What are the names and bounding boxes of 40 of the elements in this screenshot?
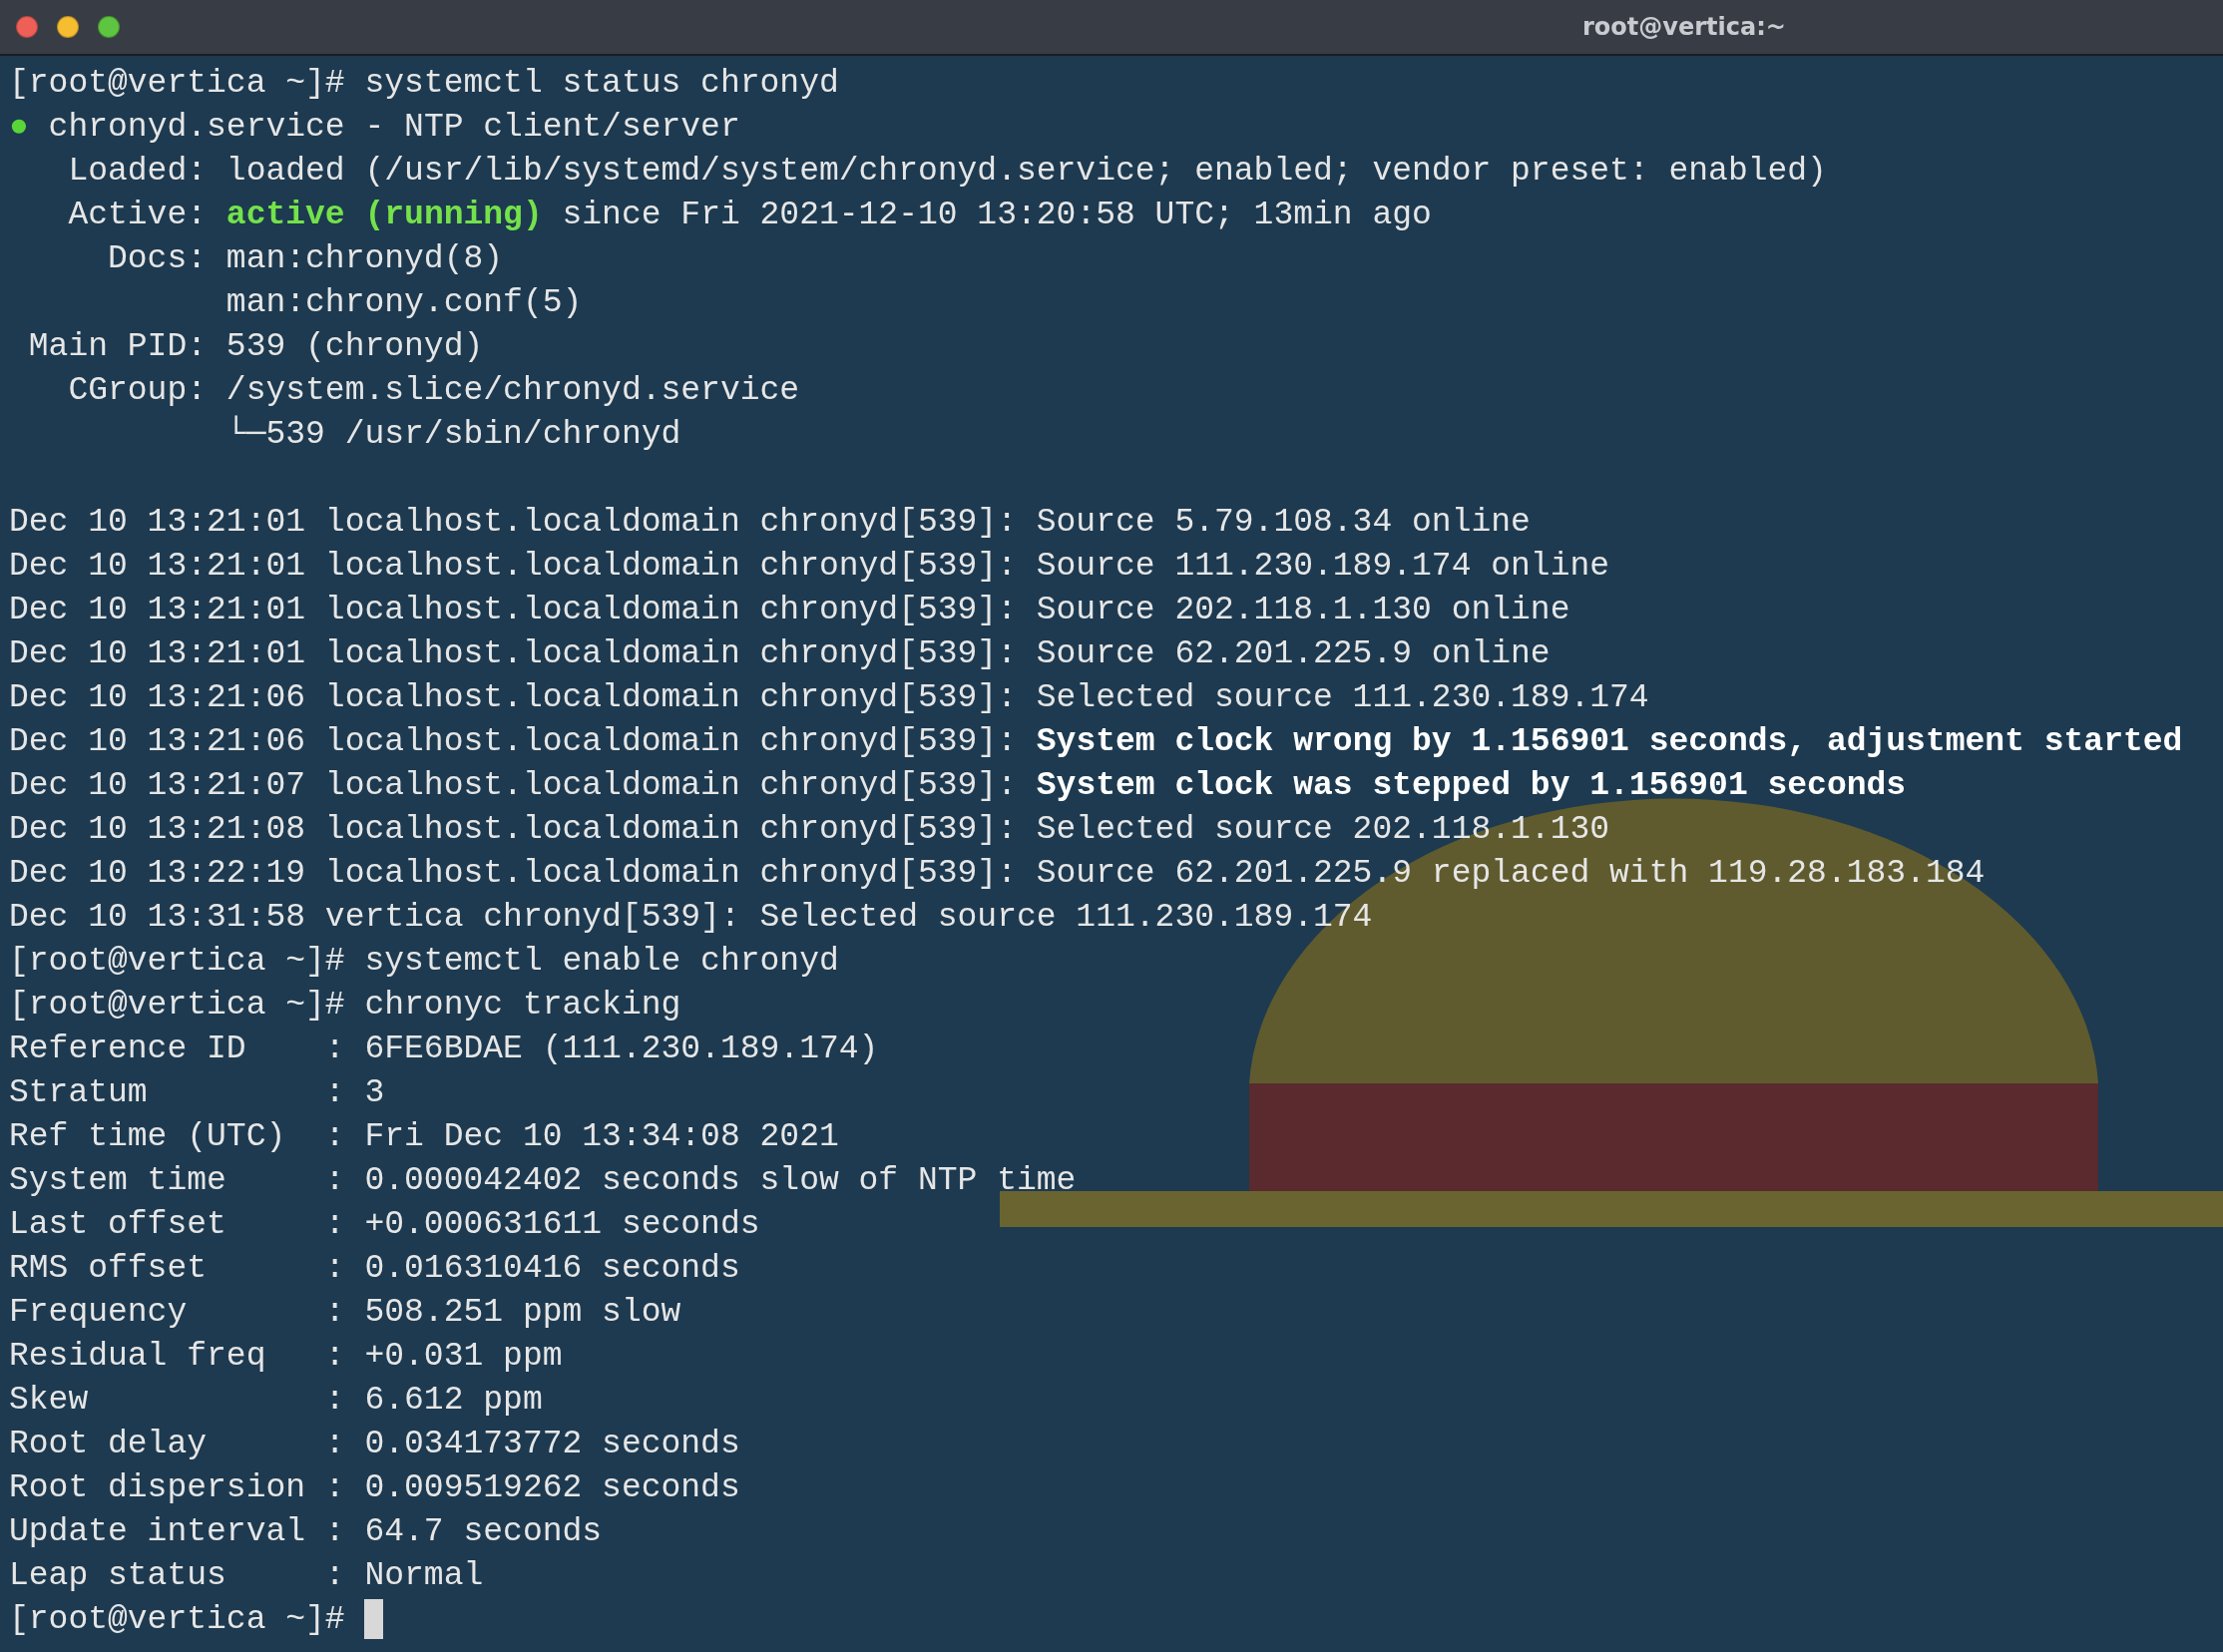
terminal-line: Residual freq : +0.031 ppm xyxy=(9,1338,563,1375)
terminal-line: RMS offset : 0.016310416 seconds xyxy=(9,1250,740,1287)
terminal-line: CGroup: /system.slice/chronyd.service xyxy=(67,372,800,409)
terminal-line: Skew : 6.612 ppm xyxy=(9,1382,543,1419)
zoom-button[interactable] xyxy=(98,16,120,38)
terminal-line: Root dispersion : 0.009519262 seconds xyxy=(9,1469,740,1506)
terminal-line: Dec 10 13:21:01 localhost.localdomain chronyd[539]: Source 5.79.108.34 online xyxy=(9,504,1531,541)
terminal-line: Update interval : 64.7 seconds xyxy=(9,1513,603,1550)
minimize-button[interactable] xyxy=(57,16,79,38)
terminal-line: [root@vertica ~]# systemctl enable chronyd xyxy=(9,943,839,980)
terminal-line: ● chronyd.service - NTP client/server xyxy=(9,109,740,146)
terminal-line: man:chrony.conf(5) xyxy=(224,284,583,321)
terminal-line: Dec 10 13:21:07 localhost.localdomain chronyd[539]: System clock was stepped by 1.156901 seconds xyxy=(9,767,1907,804)
terminal-line: Stratum : 3 xyxy=(9,1074,385,1111)
terminal-line: System time : 0.000042402 seconds slow of NTP time xyxy=(9,1162,1077,1199)
terminal-line: Leap status : Normal xyxy=(9,1557,484,1594)
terminal-line: Active: active (running) since Fri 2021-12-10 13:20:58 UTC; 13min ago xyxy=(67,197,1432,233)
terminal-line: Docs: man:chronyd(8) xyxy=(107,240,504,277)
terminal-line: Dec 10 13:21:06 localhost.localdomain chronyd[539]: System clock wrong by 1.156901 seconds, adjustment started xyxy=(9,723,2183,760)
terminal-line: Dec 10 13:21:01 localhost.localdomain chronyd[539]: Source 202.118.1.130 online xyxy=(9,592,1570,628)
terminal-line: Dec 10 13:21:01 localhost.localdomain chronyd[539]: Source 62.201.225.9 online xyxy=(9,635,1551,672)
terminal-line: [root@vertica ~]# systemctl status chronyd xyxy=(9,65,839,102)
text-cursor xyxy=(364,1599,384,1640)
terminal-line: Reference ID : 6FE6BDAE (111.230.189.174) xyxy=(9,1031,879,1067)
terminal-line: Main PID: 539 (chronyd) xyxy=(27,328,484,365)
terminal-line: [root@vertica ~]# xyxy=(9,1601,346,1638)
terminal-line: Dec 10 13:22:19 localhost.localdomain chronyd[539]: Source 62.201.225.9 replaced with 119.28.183.184 xyxy=(9,855,1986,892)
terminal-line: Last offset : +0.000631611 seconds xyxy=(9,1206,760,1243)
terminal-line: Dec 10 13:21:06 localhost.localdomain chronyd[539]: Selected source 111.230.189.174 xyxy=(9,679,1649,716)
terminal-line: Dec 10 13:21:08 localhost.localdomain chronyd[539]: Selected source 202.118.1.130 xyxy=(9,811,1610,848)
terminal-line: [root@vertica ~]# chronyc tracking xyxy=(9,987,681,1024)
terminal-line: Dec 10 13:21:01 localhost.localdomain chronyd[539]: Source 111.230.189.174 online xyxy=(9,548,1610,585)
terminal-line: Ref time (UTC) : Fri Dec 10 13:34:08 2021 xyxy=(9,1118,839,1155)
terminal-line: Frequency : 508.251 ppm slow xyxy=(9,1294,681,1331)
terminal-line: Dec 10 13:31:58 vertica chronyd[539]: Selected source 111.230.189.174 xyxy=(9,899,1373,936)
close-button[interactable] xyxy=(16,16,38,38)
terminal-line: Loaded: loaded (/usr/lib/systemd/system/chronyd.service; enabled; vendor preset: enabled) xyxy=(67,153,1827,190)
terminal-line: Root delay : 0.034173772 seconds xyxy=(9,1426,740,1462)
window-title: root@vertica:~ xyxy=(1582,13,1786,41)
terminal-line: └─539 /usr/sbin/chronyd xyxy=(224,416,681,453)
